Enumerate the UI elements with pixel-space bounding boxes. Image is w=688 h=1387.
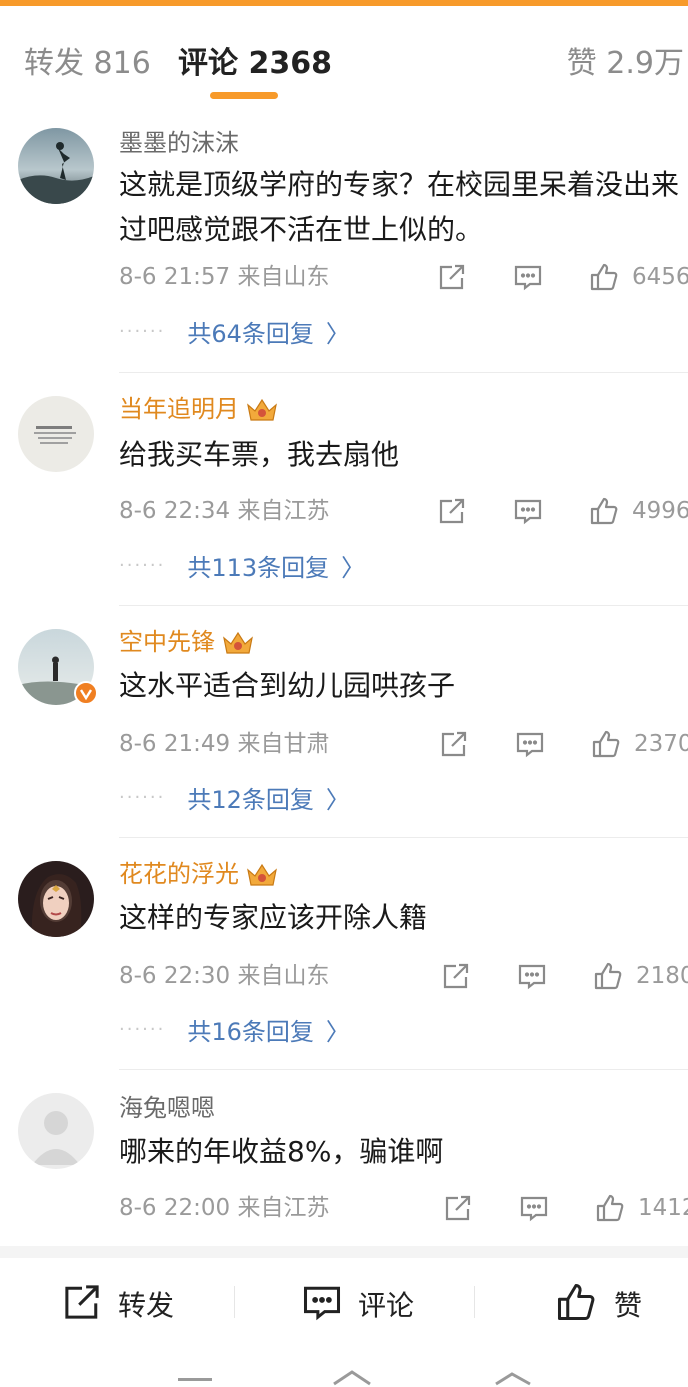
chevron-right-icon: 〉 (325, 786, 350, 814)
comment-button[interactable]: 评论 (300, 1280, 420, 1324)
comment-username[interactable]: 空中先锋 (119, 627, 255, 657)
comment-meta: 8-6 22:00 来自江苏 (119, 1195, 330, 1221)
share-icon[interactable] (438, 728, 470, 760)
comment-icon[interactable] (512, 495, 544, 527)
comment-text: 给我买车票，我去扇他 (119, 438, 400, 471)
system-nav-bar (0, 1350, 688, 1387)
avatar[interactable] (18, 1093, 94, 1169)
like-count: 6456 (632, 264, 688, 290)
thumbs-up-icon[interactable] (594, 1192, 626, 1224)
active-tab-indicator (210, 92, 278, 99)
thumbs-up-icon (557, 1283, 595, 1321)
like-count: 2180 (636, 963, 688, 989)
comment-item: 空中先锋 这水平适合到幼儿园哄孩子 8-6 21:49 来自甘肃 2370 ··… (0, 607, 688, 839)
like-button[interactable]: 赞 (554, 1280, 654, 1324)
divider (119, 1069, 688, 1070)
comment-icon[interactable] (516, 960, 548, 992)
comment-icon (303, 1286, 341, 1321)
divider (119, 837, 688, 838)
home-icon (333, 1370, 371, 1386)
menu-icon (178, 1378, 212, 1381)
chevron-right-icon: 〉 (325, 320, 350, 348)
avatar[interactable] (18, 128, 94, 204)
divider (234, 1286, 235, 1318)
view-replies-link[interactable]: ······ 共113条回复〉 (119, 548, 365, 582)
comment-meta: 8-6 21:57 来自山东 (119, 264, 330, 290)
share-icon[interactable] (436, 261, 468, 293)
comment-text: 这样的专家应该开除人籍 (119, 901, 428, 934)
verified-badge-icon (74, 681, 98, 705)
comment-username[interactable]: 墨墨的沫沫 (119, 128, 239, 158)
comment-icon[interactable] (518, 1192, 550, 1224)
comment-item: 墨墨的沫沫 这就是顶级学府的专家？在校园里呆着没出来过吧感觉跟不活在世上似的。 … (0, 104, 688, 374)
share-icon[interactable] (442, 1192, 474, 1224)
avatar[interactable] (18, 396, 94, 472)
comment-meta: 8-6 22:30 来自山东 (119, 963, 330, 989)
comment-meta: 8-6 22:34 来自江苏 (119, 498, 330, 524)
comment-icon[interactable] (514, 728, 546, 760)
chevron-right-icon: 〉 (325, 1018, 350, 1046)
comment-item: 当年追明月 给我买车票，我去扇他 8-6 22:34 来自江苏 4996 ···… (0, 374, 688, 607)
divider (474, 1286, 475, 1318)
comment-icon[interactable] (512, 261, 544, 293)
comment-username[interactable]: 当年追明月 (119, 394, 279, 424)
thumbs-up-icon[interactable] (588, 261, 620, 293)
back-icon (495, 1372, 531, 1386)
comment-item: 海兔嗯嗯 哪来的年收益8%，骗谁啊 8-6 22:00 来自江苏 1412 (0, 1071, 688, 1246)
comment-text: 哪来的年收益8%，骗谁啊 (119, 1135, 444, 1168)
divider (119, 372, 688, 373)
tab-repost[interactable]: 转发 816 (24, 44, 151, 84)
tab-comment[interactable]: 评论 2368 (178, 44, 332, 84)
view-replies-link[interactable]: ······ 共16条回复〉 (119, 1012, 350, 1046)
view-replies-link[interactable]: ······ 共12条回复〉 (119, 780, 350, 814)
comment-username[interactable]: 花花的浮光 (119, 859, 279, 889)
like-count: 1412 (638, 1195, 688, 1221)
avatar[interactable] (18, 629, 98, 705)
comment-username[interactable]: 海兔嗯嗯 (119, 1093, 215, 1123)
thumbs-up-icon[interactable] (592, 960, 624, 992)
repost-button[interactable]: 转发 (60, 1280, 180, 1324)
divider (119, 605, 688, 606)
avatar[interactable] (18, 861, 94, 937)
section-gap (0, 1246, 688, 1258)
bottom-action-bar: 转发 评论 赞 (0, 1258, 688, 1350)
share-icon[interactable] (436, 495, 468, 527)
chevron-right-icon: 〉 (341, 554, 366, 582)
comment-text: 这就是顶级学府的专家？在校园里呆着没出来过吧感觉跟不活在世上似的。 (119, 168, 680, 246)
crown-badge-icon (247, 863, 277, 886)
like-count: 2370 (634, 731, 688, 757)
comment-item: 花花的浮光 这样的专家应该开除人籍 8-6 22:30 来自山东 2180 ··… (0, 839, 688, 1071)
view-replies-link[interactable]: ······ 共64条回复〉 (119, 314, 350, 348)
crown-badge-icon (247, 398, 277, 421)
crown-badge-icon (223, 631, 253, 654)
comment-meta: 8-6 21:49 来自甘肃 (119, 731, 330, 757)
thumbs-up-icon[interactable] (590, 728, 622, 760)
share-icon (65, 1285, 99, 1319)
share-icon[interactable] (440, 960, 472, 992)
like-count: 4996 (632, 498, 688, 524)
thumbs-up-icon[interactable] (588, 495, 620, 527)
tab-like[interactable]: 赞 2.9万 (567, 44, 684, 84)
comment-tabs: 转发 816 评论 2368 赞 2.9万 (0, 6, 688, 104)
comment-text: 这水平适合到幼儿园哄孩子 (119, 669, 456, 702)
